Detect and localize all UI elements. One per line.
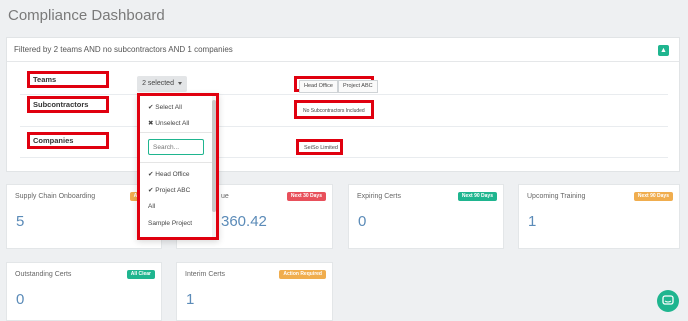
subcontractors-tags: No Subcontractors Included [299,106,369,117]
page-title: Compliance Dashboard [8,7,165,24]
option-label: Head Office [155,171,190,178]
check-icon: ✔ [148,187,154,194]
card-title: Expiring Certs [357,193,401,200]
caret-down-icon [177,81,182,85]
tag-seiso-limited[interactable]: SeiSo Limited [300,143,342,154]
option-all[interactable]: All [148,203,155,210]
teams-select-button[interactable]: 2 selected [137,76,187,92]
teams-select-label: 2 selected [142,80,174,87]
filter-summary: Filtered by 2 teams AND no subcontractor… [14,45,233,54]
status-badge: Next 30 Days [286,192,326,201]
companies-label-highlight: Companies [27,132,109,149]
card-interim-certs[interactable]: Interim Certs Action Required 1 [176,262,333,321]
menu-divider [140,132,212,133]
card-value: 1 [528,213,537,230]
unselect-all-label: Unselect All [155,120,190,127]
option-head-office[interactable]: ✔ Head Office [148,170,189,178]
card-title: Outstanding Certs [15,271,72,278]
option-sample-project[interactable]: Sample Project [148,220,192,227]
chat-button[interactable] [657,290,679,312]
row-divider [20,94,668,95]
teams-label: Teams [33,75,57,84]
option-label: Project ABC [155,187,191,194]
subcontractors-tags-highlight: No Subcontractors Included [294,100,374,119]
card-title: Interim Certs [185,271,226,278]
select-all-option[interactable]: ✔ Select All [148,103,182,111]
status-badge: All Clear [126,270,155,279]
select-all-label: Select All [155,104,183,111]
tag-no-subcontractors[interactable]: No Subcontractors Included [299,106,369,117]
dropdown-search-input[interactable] [148,139,204,155]
option-label: Sample Project [148,220,193,227]
card-value: 1 [186,291,195,308]
subcontractors-label-highlight: Subcontractors [27,96,109,113]
dropdown-scrollbar[interactable] [212,96,216,237]
card-value: 0 [16,291,25,308]
filter-header: Filtered by 2 teams AND no subcontractor… [7,38,679,62]
menu-divider [140,162,212,163]
card-value: 0 [358,213,367,230]
status-badge: Action Required [279,270,326,279]
card-value: 5 [16,213,25,230]
card-upcoming-training[interactable]: Upcoming Training Next 90 Days 1 [518,184,680,249]
teams-dropdown-menu: ✔ Select All ✖ Unselect All ✔ Head Offic… [137,93,219,240]
row-divider [20,126,668,127]
scrollbar-thumb[interactable] [212,100,216,212]
card-expiring-certs[interactable]: Expiring Certs Next 90 Days 0 [348,184,504,249]
chevron-up-icon: ▲ [660,47,667,54]
companies-tags: SeiSo Limited [300,143,342,154]
row-divider [20,157,668,158]
status-badge: Next 90 Days [457,192,497,201]
tag-project-abc[interactable]: Project ABC [337,80,378,93]
companies-tags-highlight: SeiSo Limited [296,139,343,155]
collapse-button[interactable]: ▲ [658,45,669,56]
chat-icon [662,295,674,305]
card-title: Upcoming Training [527,193,586,200]
check-icon: ✔ [148,104,154,111]
card-outstanding-certs[interactable]: Outstanding Certs All Clear 0 [6,262,162,321]
companies-label: Companies [33,136,74,145]
card-value: 360.42 [221,213,267,230]
status-badge: Next 90 Days [633,192,673,201]
card-title: ue [221,193,229,200]
option-project-abc[interactable]: ✔ Project ABC [148,186,190,194]
subcontractors-label: Subcontractors [33,100,89,109]
teams-tags-highlight: Head Office Project ABC [294,76,378,93]
teams-label-highlight: Teams [27,71,109,88]
check-icon: ✔ [148,171,154,178]
teams-tags: Head Office Project ABC [299,80,378,93]
unselect-all-option[interactable]: ✖ Unselect All [148,119,189,127]
card-title: Supply Chain Onboarding [15,193,96,200]
option-label: All [148,203,156,210]
tag-head-office[interactable]: Head Office [299,80,338,93]
close-icon: ✖ [148,120,154,127]
